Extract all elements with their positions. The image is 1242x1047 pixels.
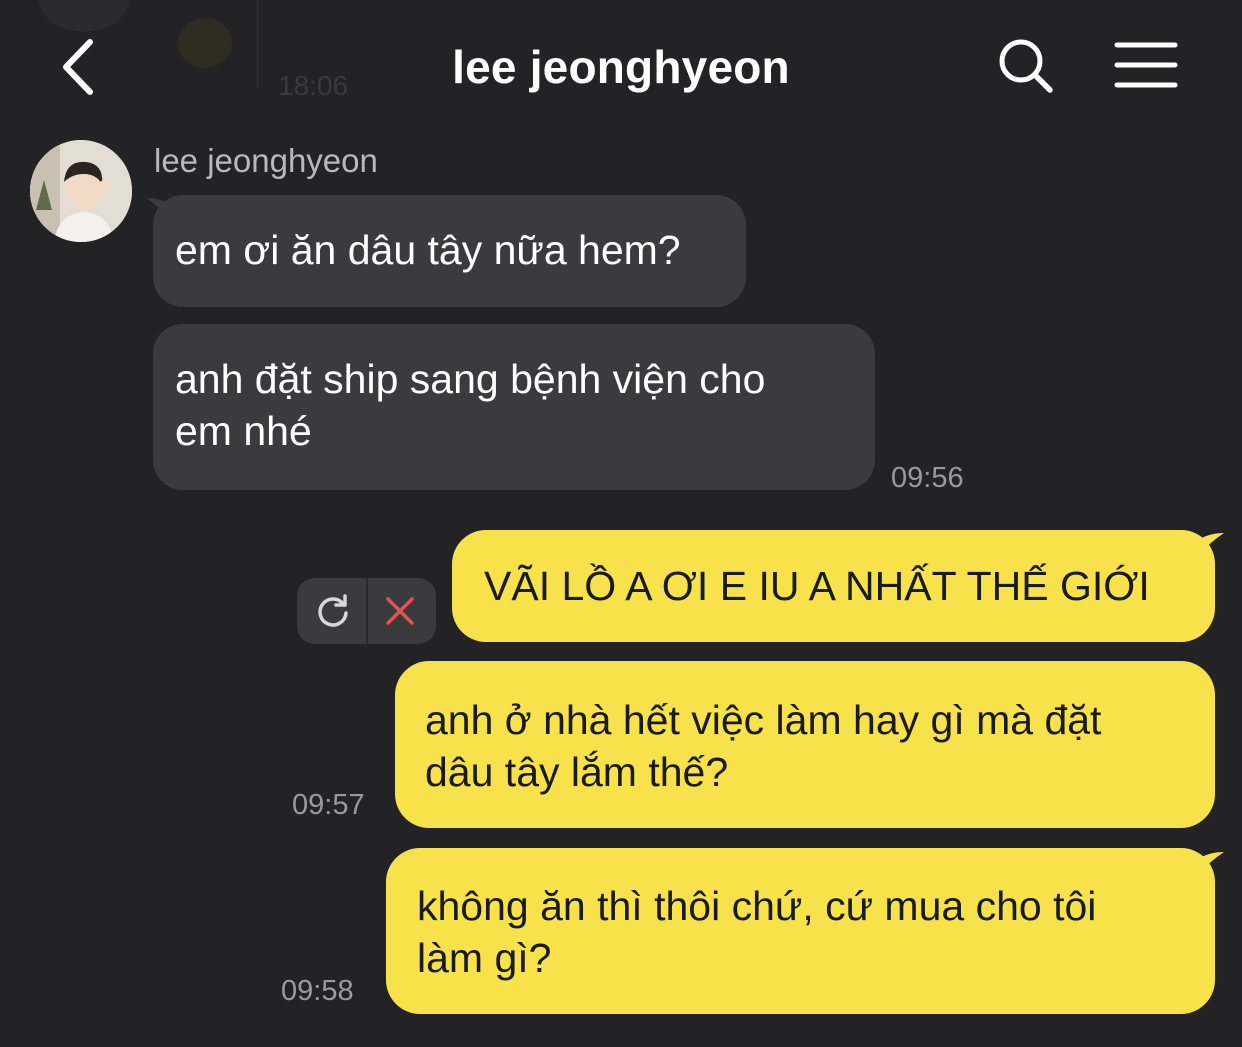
search-icon[interactable] xyxy=(996,36,1056,96)
message-text-line: anh ở nhà hết việc làm hay gì mà đặt xyxy=(425,697,1102,743)
message-timestamp: 09:56 xyxy=(891,462,964,494)
avatar[interactable] xyxy=(30,140,132,242)
message-text-line: anh đặt ship sang bệnh viện cho xyxy=(175,356,766,402)
message-text-line: làm gì? xyxy=(417,935,552,981)
sender-name: lee jeonghyeon xyxy=(154,142,378,179)
message-timestamp: 09:57 xyxy=(292,789,365,821)
incoming-message[interactable]: anh đặt ship sang bệnh viện cho em nhé xyxy=(153,324,875,490)
message-text-line: không ăn thì thôi chứ, cứ mua cho tôi xyxy=(417,883,1097,929)
outgoing-message[interactable]: VÃI LỒ A ƠI E IU A NHẤT THẾ GIỚI xyxy=(452,530,1215,642)
refresh-icon[interactable] xyxy=(315,593,351,629)
incoming-message[interactable]: em ơi ăn dâu tây nữa hem? xyxy=(153,195,746,307)
outgoing-message[interactable]: anh ở nhà hết việc làm hay gì mà đặt dâu… xyxy=(395,661,1215,828)
divider xyxy=(366,578,368,644)
message-text-line: dâu tây lắm thế? xyxy=(425,749,729,795)
message-text: em ơi ăn dâu tây nữa hem? xyxy=(175,227,681,273)
outgoing-message[interactable]: không ăn thì thôi chứ, cứ mua cho tôi là… xyxy=(386,848,1215,1014)
failed-message-actions xyxy=(297,578,436,644)
avatar-photo xyxy=(30,140,132,242)
message-timestamp: 09:58 xyxy=(281,975,354,1007)
message-text: VÃI LỒ A ƠI E IU A NHẤT THẾ GIỚI xyxy=(484,563,1150,609)
previous-avatar-ghost xyxy=(38,0,130,32)
close-icon[interactable] xyxy=(383,594,417,628)
hamburger-menu-icon[interactable] xyxy=(1114,40,1178,90)
message-text-line: em nhé xyxy=(175,408,312,454)
